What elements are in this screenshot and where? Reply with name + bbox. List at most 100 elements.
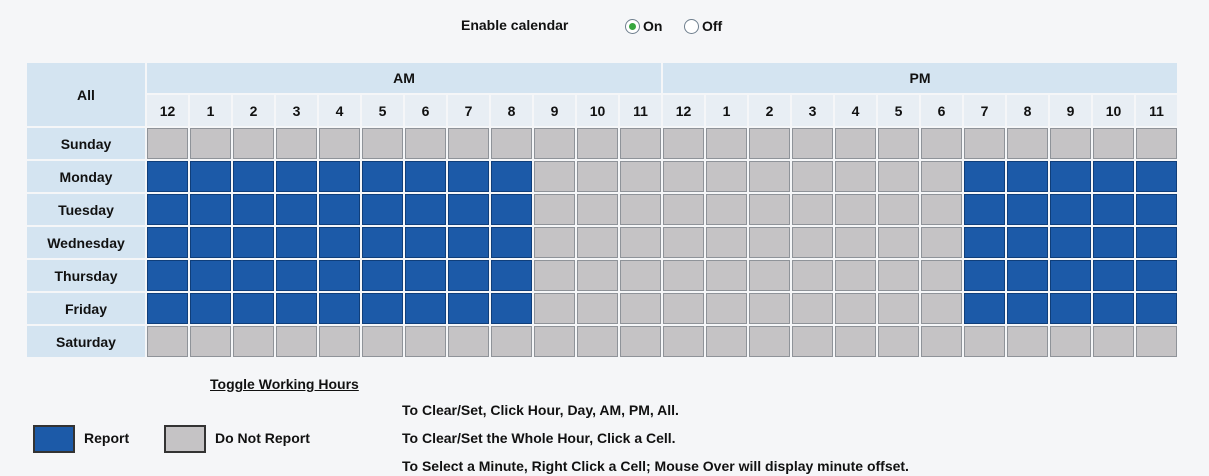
hour-slot-cell[interactable] (835, 161, 876, 192)
hour-slot-cell[interactable] (534, 128, 575, 159)
hour-slot-cell[interactable] (491, 161, 532, 192)
day-toggle-wednesday[interactable]: Wednesday (27, 227, 145, 258)
hour-slot-cell[interactable] (233, 128, 274, 159)
hour-header-am-3[interactable]: 3 (276, 95, 317, 126)
hour-slot-cell[interactable] (663, 128, 704, 159)
hour-slot-cell[interactable] (405, 326, 446, 357)
hour-slot-cell[interactable] (1136, 128, 1177, 159)
hour-header-am-8[interactable]: 8 (491, 95, 532, 126)
hour-slot-cell[interactable] (878, 326, 919, 357)
hour-slot-cell[interactable] (276, 293, 317, 324)
am-toggle[interactable]: AM (147, 63, 661, 93)
hour-slot-cell[interactable] (190, 326, 231, 357)
hour-slot-cell[interactable] (706, 293, 747, 324)
hour-slot-cell[interactable] (405, 161, 446, 192)
hour-slot-cell[interactable] (1136, 194, 1177, 225)
hour-slot-cell[interactable] (706, 326, 747, 357)
hour-slot-cell[interactable] (1093, 227, 1134, 258)
hour-slot-cell[interactable] (792, 161, 833, 192)
hour-slot-cell[interactable] (491, 128, 532, 159)
hour-slot-cell[interactable] (835, 194, 876, 225)
hour-slot-cell[interactable] (319, 260, 360, 291)
hour-slot-cell[interactable] (147, 161, 188, 192)
hour-slot-cell[interactable] (233, 293, 274, 324)
hour-slot-cell[interactable] (147, 227, 188, 258)
hour-slot-cell[interactable] (405, 227, 446, 258)
hour-slot-cell[interactable] (233, 260, 274, 291)
hour-slot-cell[interactable] (190, 260, 231, 291)
hour-slot-cell[interactable] (233, 161, 274, 192)
hour-slot-cell[interactable] (448, 260, 489, 291)
hour-slot-cell[interactable] (362, 194, 403, 225)
hour-header-pm-8[interactable]: 8 (1007, 95, 1048, 126)
hour-slot-cell[interactable] (878, 227, 919, 258)
hour-slot-cell[interactable] (1136, 260, 1177, 291)
hour-slot-cell[interactable] (1007, 194, 1048, 225)
hour-slot-cell[interactable] (878, 128, 919, 159)
hour-slot-cell[interactable] (1136, 161, 1177, 192)
hour-slot-cell[interactable] (1007, 227, 1048, 258)
hour-slot-cell[interactable] (405, 260, 446, 291)
hour-slot-cell[interactable] (1050, 194, 1091, 225)
hour-slot-cell[interactable] (1007, 128, 1048, 159)
hour-slot-cell[interactable] (921, 161, 962, 192)
hour-slot-cell[interactable] (620, 260, 661, 291)
hour-header-am-6[interactable]: 6 (405, 95, 446, 126)
day-toggle-friday[interactable]: Friday (27, 293, 145, 324)
hour-slot-cell[interactable] (1093, 260, 1134, 291)
day-toggle-sunday[interactable]: Sunday (27, 128, 145, 159)
hour-slot-cell[interactable] (792, 260, 833, 291)
hour-slot-cell[interactable] (964, 260, 1005, 291)
hour-slot-cell[interactable] (835, 227, 876, 258)
hour-slot-cell[interactable] (577, 326, 618, 357)
hour-slot-cell[interactable] (319, 128, 360, 159)
hour-slot-cell[interactable] (1050, 227, 1091, 258)
hour-slot-cell[interactable] (362, 161, 403, 192)
hour-slot-cell[interactable] (190, 161, 231, 192)
hour-slot-cell[interactable] (921, 293, 962, 324)
all-toggle[interactable]: All (27, 63, 145, 126)
hour-slot-cell[interactable] (448, 161, 489, 192)
hour-slot-cell[interactable] (577, 293, 618, 324)
hour-slot-cell[interactable] (276, 194, 317, 225)
hour-slot-cell[interactable] (749, 128, 790, 159)
hour-slot-cell[interactable] (792, 194, 833, 225)
hour-slot-cell[interactable] (620, 128, 661, 159)
hour-header-pm-6[interactable]: 6 (921, 95, 962, 126)
hour-slot-cell[interactable] (577, 227, 618, 258)
hour-slot-cell[interactable] (663, 161, 704, 192)
hour-slot-cell[interactable] (147, 260, 188, 291)
hour-slot-cell[interactable] (448, 194, 489, 225)
hour-slot-cell[interactable] (835, 293, 876, 324)
hour-slot-cell[interactable] (1136, 293, 1177, 324)
hour-slot-cell[interactable] (835, 128, 876, 159)
hour-slot-cell[interactable] (663, 260, 704, 291)
hour-header-pm-5[interactable]: 5 (878, 95, 919, 126)
hour-slot-cell[interactable] (1050, 326, 1091, 357)
day-toggle-tuesday[interactable]: Tuesday (27, 194, 145, 225)
hour-slot-cell[interactable] (448, 128, 489, 159)
hour-slot-cell[interactable] (835, 326, 876, 357)
hour-slot-cell[interactable] (620, 326, 661, 357)
hour-slot-cell[interactable] (964, 326, 1005, 357)
hour-slot-cell[interactable] (964, 227, 1005, 258)
enable-off-radio[interactable]: Off (684, 16, 722, 36)
hour-slot-cell[interactable] (964, 194, 1005, 225)
hour-slot-cell[interactable] (878, 161, 919, 192)
hour-header-pm-1[interactable]: 1 (706, 95, 747, 126)
hour-header-pm-2[interactable]: 2 (749, 95, 790, 126)
hour-slot-cell[interactable] (577, 260, 618, 291)
hour-slot-cell[interactable] (276, 260, 317, 291)
hour-slot-cell[interactable] (534, 194, 575, 225)
hour-slot-cell[interactable] (706, 128, 747, 159)
hour-slot-cell[interactable] (190, 293, 231, 324)
hour-slot-cell[interactable] (276, 227, 317, 258)
hour-slot-cell[interactable] (749, 326, 790, 357)
radio-on-indicator[interactable] (625, 18, 640, 34)
hour-slot-cell[interactable] (534, 260, 575, 291)
hour-header-am-4[interactable]: 4 (319, 95, 360, 126)
enable-on-label[interactable]: On (643, 18, 662, 34)
day-toggle-monday[interactable]: Monday (27, 161, 145, 192)
hour-slot-cell[interactable] (491, 260, 532, 291)
hour-header-am-1[interactable]: 1 (190, 95, 231, 126)
